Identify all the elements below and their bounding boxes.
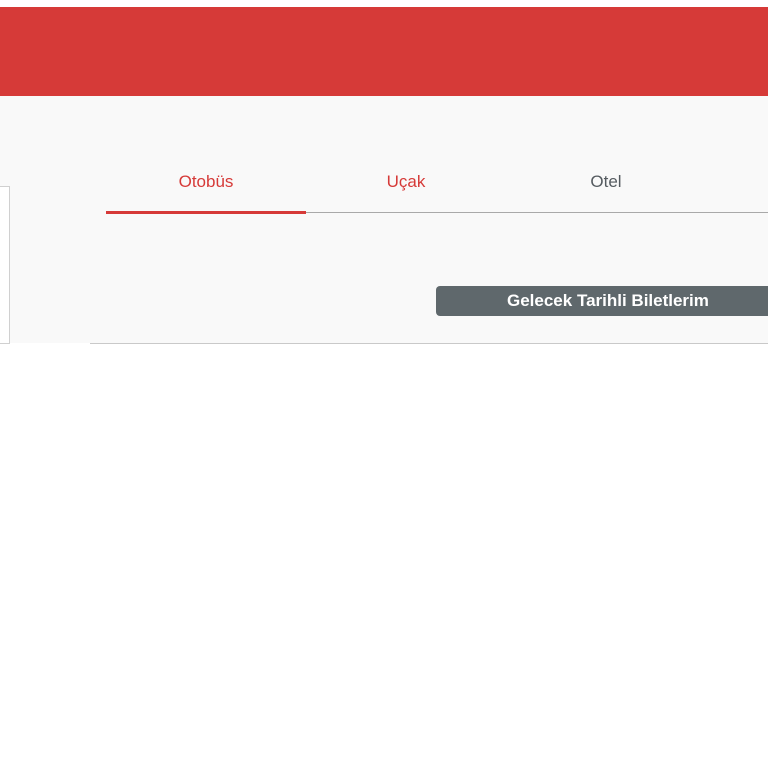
future-tickets-button[interactable]: Gelecek Tarihli Biletlerim xyxy=(436,286,768,316)
top-strip xyxy=(0,0,768,7)
tab-plane[interactable]: Uçak xyxy=(306,162,506,202)
tab-hotel[interactable]: Otel xyxy=(506,162,706,202)
header-bar xyxy=(0,7,768,96)
panel-divider xyxy=(90,343,768,344)
side-panel-edge xyxy=(0,186,10,344)
tab-bus[interactable]: Otobüs xyxy=(106,162,306,202)
category-tabs: Otobüs Uçak Otel xyxy=(106,162,768,214)
active-tab-indicator xyxy=(106,211,306,214)
